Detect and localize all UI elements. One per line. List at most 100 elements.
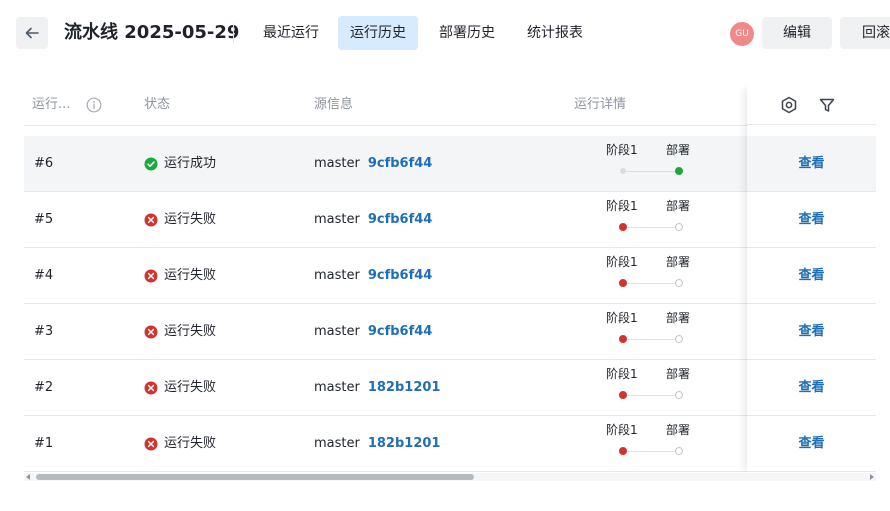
- source-info: master 182b1201: [314, 360, 440, 416]
- stage-progress: 阶段1 部署: [579, 416, 690, 472]
- branch-name: master: [314, 324, 360, 339]
- action-column-header: [747, 85, 876, 125]
- run-number: #2: [34, 380, 54, 395]
- stage-connector: [625, 395, 677, 396]
- stage-label-2: 部署: [666, 143, 691, 157]
- stage-label-1: 阶段1: [606, 199, 638, 213]
- avatar[interactable]: GU: [730, 22, 754, 46]
- info-circle-icon[interactable]: [86, 97, 102, 113]
- run-status-text: 运行成功: [164, 156, 217, 171]
- stage-connector: [625, 339, 677, 340]
- source-info: master 9cfb6f44: [314, 192, 432, 248]
- tab-deploy-history[interactable]: 部署历史: [427, 16, 507, 50]
- run-status: 运行失败: [144, 192, 216, 248]
- run-number: #6: [34, 156, 54, 171]
- view-button[interactable]: 查看: [747, 360, 876, 416]
- source-info: master 9cfb6f44: [314, 248, 432, 304]
- horizontal-scrollbar[interactable]: [24, 473, 876, 481]
- header-divider: [233, 23, 234, 43]
- failed-x-icon: [144, 213, 158, 227]
- branch-name: master: [314, 268, 360, 283]
- filter-funnel-icon[interactable]: [817, 95, 837, 115]
- run-status-text: 运行失败: [164, 268, 217, 283]
- stage-label-2: 部署: [666, 367, 691, 381]
- run-status: 运行成功: [144, 136, 216, 192]
- source-info: master 9cfb6f44: [314, 304, 432, 360]
- action-column: 查看 查看 查看 查看 查看 查看: [747, 85, 876, 475]
- tab-recent-runs[interactable]: 最近运行: [251, 16, 331, 50]
- stage-dot-1: [619, 391, 627, 399]
- stage-label-1: 阶段1: [606, 143, 638, 157]
- edit-button[interactable]: 编辑: [762, 17, 832, 49]
- column-header-run[interactable]: 运行...: [32, 85, 70, 125]
- failed-x-icon: [144, 437, 158, 451]
- stage-dot-2: [675, 447, 683, 455]
- scroll-left-arrow-icon[interactable]: [26, 474, 30, 480]
- stage-label-2: 部署: [666, 255, 691, 269]
- stage-label-1: 阶段1: [606, 423, 638, 437]
- view-button[interactable]: 查看: [747, 248, 876, 304]
- stage-progress: 阶段1 部署: [579, 360, 691, 416]
- branch-name: master: [314, 156, 360, 171]
- run-status: 运行失败: [144, 304, 216, 360]
- run-status-text: 运行失败: [164, 212, 217, 227]
- run-history-table: 运行... 状态 源信息 运行详情 #6 运行成功 master 9cfb6f44 阶段…: [24, 85, 876, 475]
- run-number: #1: [34, 436, 54, 451]
- tab-run-history[interactable]: 运行历史: [338, 16, 418, 50]
- stage-dot-2: [675, 279, 683, 287]
- run-number: #3: [34, 324, 54, 339]
- tab-statistics[interactable]: 统计报表: [515, 16, 595, 50]
- stage-dot-1: [619, 279, 627, 287]
- page-title: 流水线 2025-05-29: [64, 22, 240, 43]
- source-info: master 9cfb6f44: [314, 136, 432, 192]
- failed-x-icon: [144, 325, 158, 339]
- stage-dot-1: [620, 168, 626, 174]
- stage-label-1: 阶段1: [606, 255, 638, 269]
- scroll-right-arrow-icon[interactable]: [870, 474, 874, 480]
- view-button[interactable]: 查看: [747, 304, 876, 360]
- settings-hexagon-icon[interactable]: [779, 95, 799, 115]
- commit-link[interactable]: 9cfb6f44: [368, 268, 433, 283]
- success-check-icon: [144, 157, 158, 171]
- rollback-button[interactable]: 回滚: [840, 17, 890, 49]
- stage-progress: 阶段1 部署: [579, 304, 690, 360]
- column-header-detail: 运行详情: [574, 97, 627, 112]
- run-number: #5: [34, 212, 54, 227]
- commit-link[interactable]: 9cfb6f44: [368, 324, 433, 339]
- stage-label-1: 阶段1: [606, 311, 638, 325]
- commit-link[interactable]: 9cfb6f44: [368, 212, 433, 227]
- stage-connector: [625, 283, 677, 284]
- stage-connector: [625, 227, 677, 228]
- run-status: 运行失败: [144, 416, 216, 472]
- source-info: master 182b1201: [314, 416, 440, 472]
- run-status: 运行失败: [144, 360, 216, 416]
- branch-name: master: [314, 380, 360, 395]
- stage-dot-2: [675, 391, 683, 399]
- run-number: #4: [34, 268, 54, 283]
- failed-x-icon: [144, 269, 158, 283]
- stage-dot-2: [675, 223, 683, 231]
- stage-dot-1: [619, 223, 627, 231]
- commit-link[interactable]: 182b1201: [368, 380, 441, 395]
- stage-dot-1: [619, 335, 627, 343]
- arrow-left-icon: [25, 27, 39, 39]
- stage-progress: 阶段1 部署: [579, 192, 690, 248]
- commit-link[interactable]: 9cfb6f44: [368, 156, 433, 171]
- view-button[interactable]: 查看: [747, 192, 876, 248]
- page-header: 流水线 2025-05-29 最近运行 运行历史 部署历史 统计报表 GU 编辑…: [0, 0, 890, 66]
- failed-x-icon: [144, 381, 158, 395]
- stage-connector: [625, 171, 677, 172]
- column-header-status: 状态: [144, 97, 171, 112]
- stage-dot-2: [675, 167, 683, 175]
- commit-link[interactable]: 182b1201: [368, 436, 441, 451]
- scrollbar-thumb[interactable]: [36, 474, 474, 480]
- view-button[interactable]: 查看: [747, 136, 876, 192]
- stage-connector: [625, 451, 677, 452]
- column-header-source: 源信息: [314, 97, 354, 112]
- branch-name: master: [314, 212, 360, 227]
- branch-name: master: [314, 436, 360, 451]
- back-button[interactable]: [16, 17, 48, 49]
- stage-dot-2: [675, 335, 683, 343]
- stage-progress: 阶段1 部署: [579, 248, 691, 304]
- view-button[interactable]: 查看: [747, 416, 876, 472]
